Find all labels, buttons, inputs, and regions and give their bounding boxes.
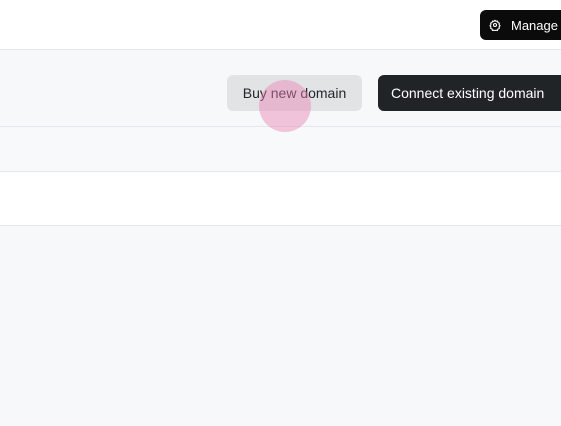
- table-row[interactable]: [0, 172, 561, 225]
- gear-icon: [489, 19, 501, 31]
- top-bar: Manage: [0, 0, 561, 50]
- table-header: [0, 127, 561, 172]
- buy-new-domain-button[interactable]: Buy new domain: [227, 75, 362, 111]
- manage-button[interactable]: Manage: [480, 10, 561, 40]
- domains-table: [0, 126, 561, 226]
- connect-existing-domain-button[interactable]: Connect existing domain: [378, 75, 561, 111]
- manage-button-label: Manage: [511, 17, 558, 33]
- domain-actions: Buy new domain Connect existing domain: [0, 75, 561, 111]
